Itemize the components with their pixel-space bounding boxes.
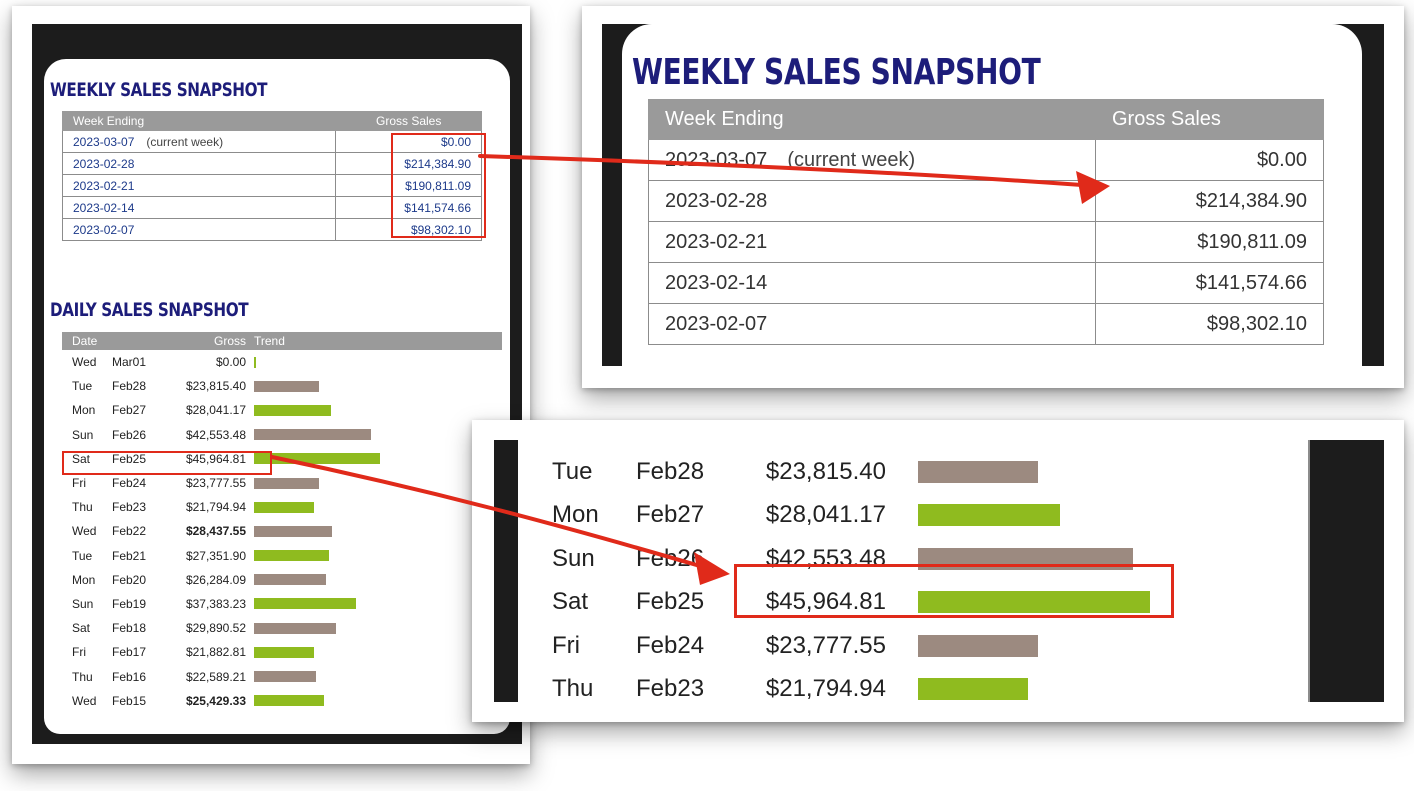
annotation-arrows [270,154,1110,585]
arrow-weekly-line [478,154,1084,187]
arrow-daily-line [270,455,702,568]
arrow-daily-head [694,552,730,585]
arrow-weekly-head [1076,171,1110,204]
